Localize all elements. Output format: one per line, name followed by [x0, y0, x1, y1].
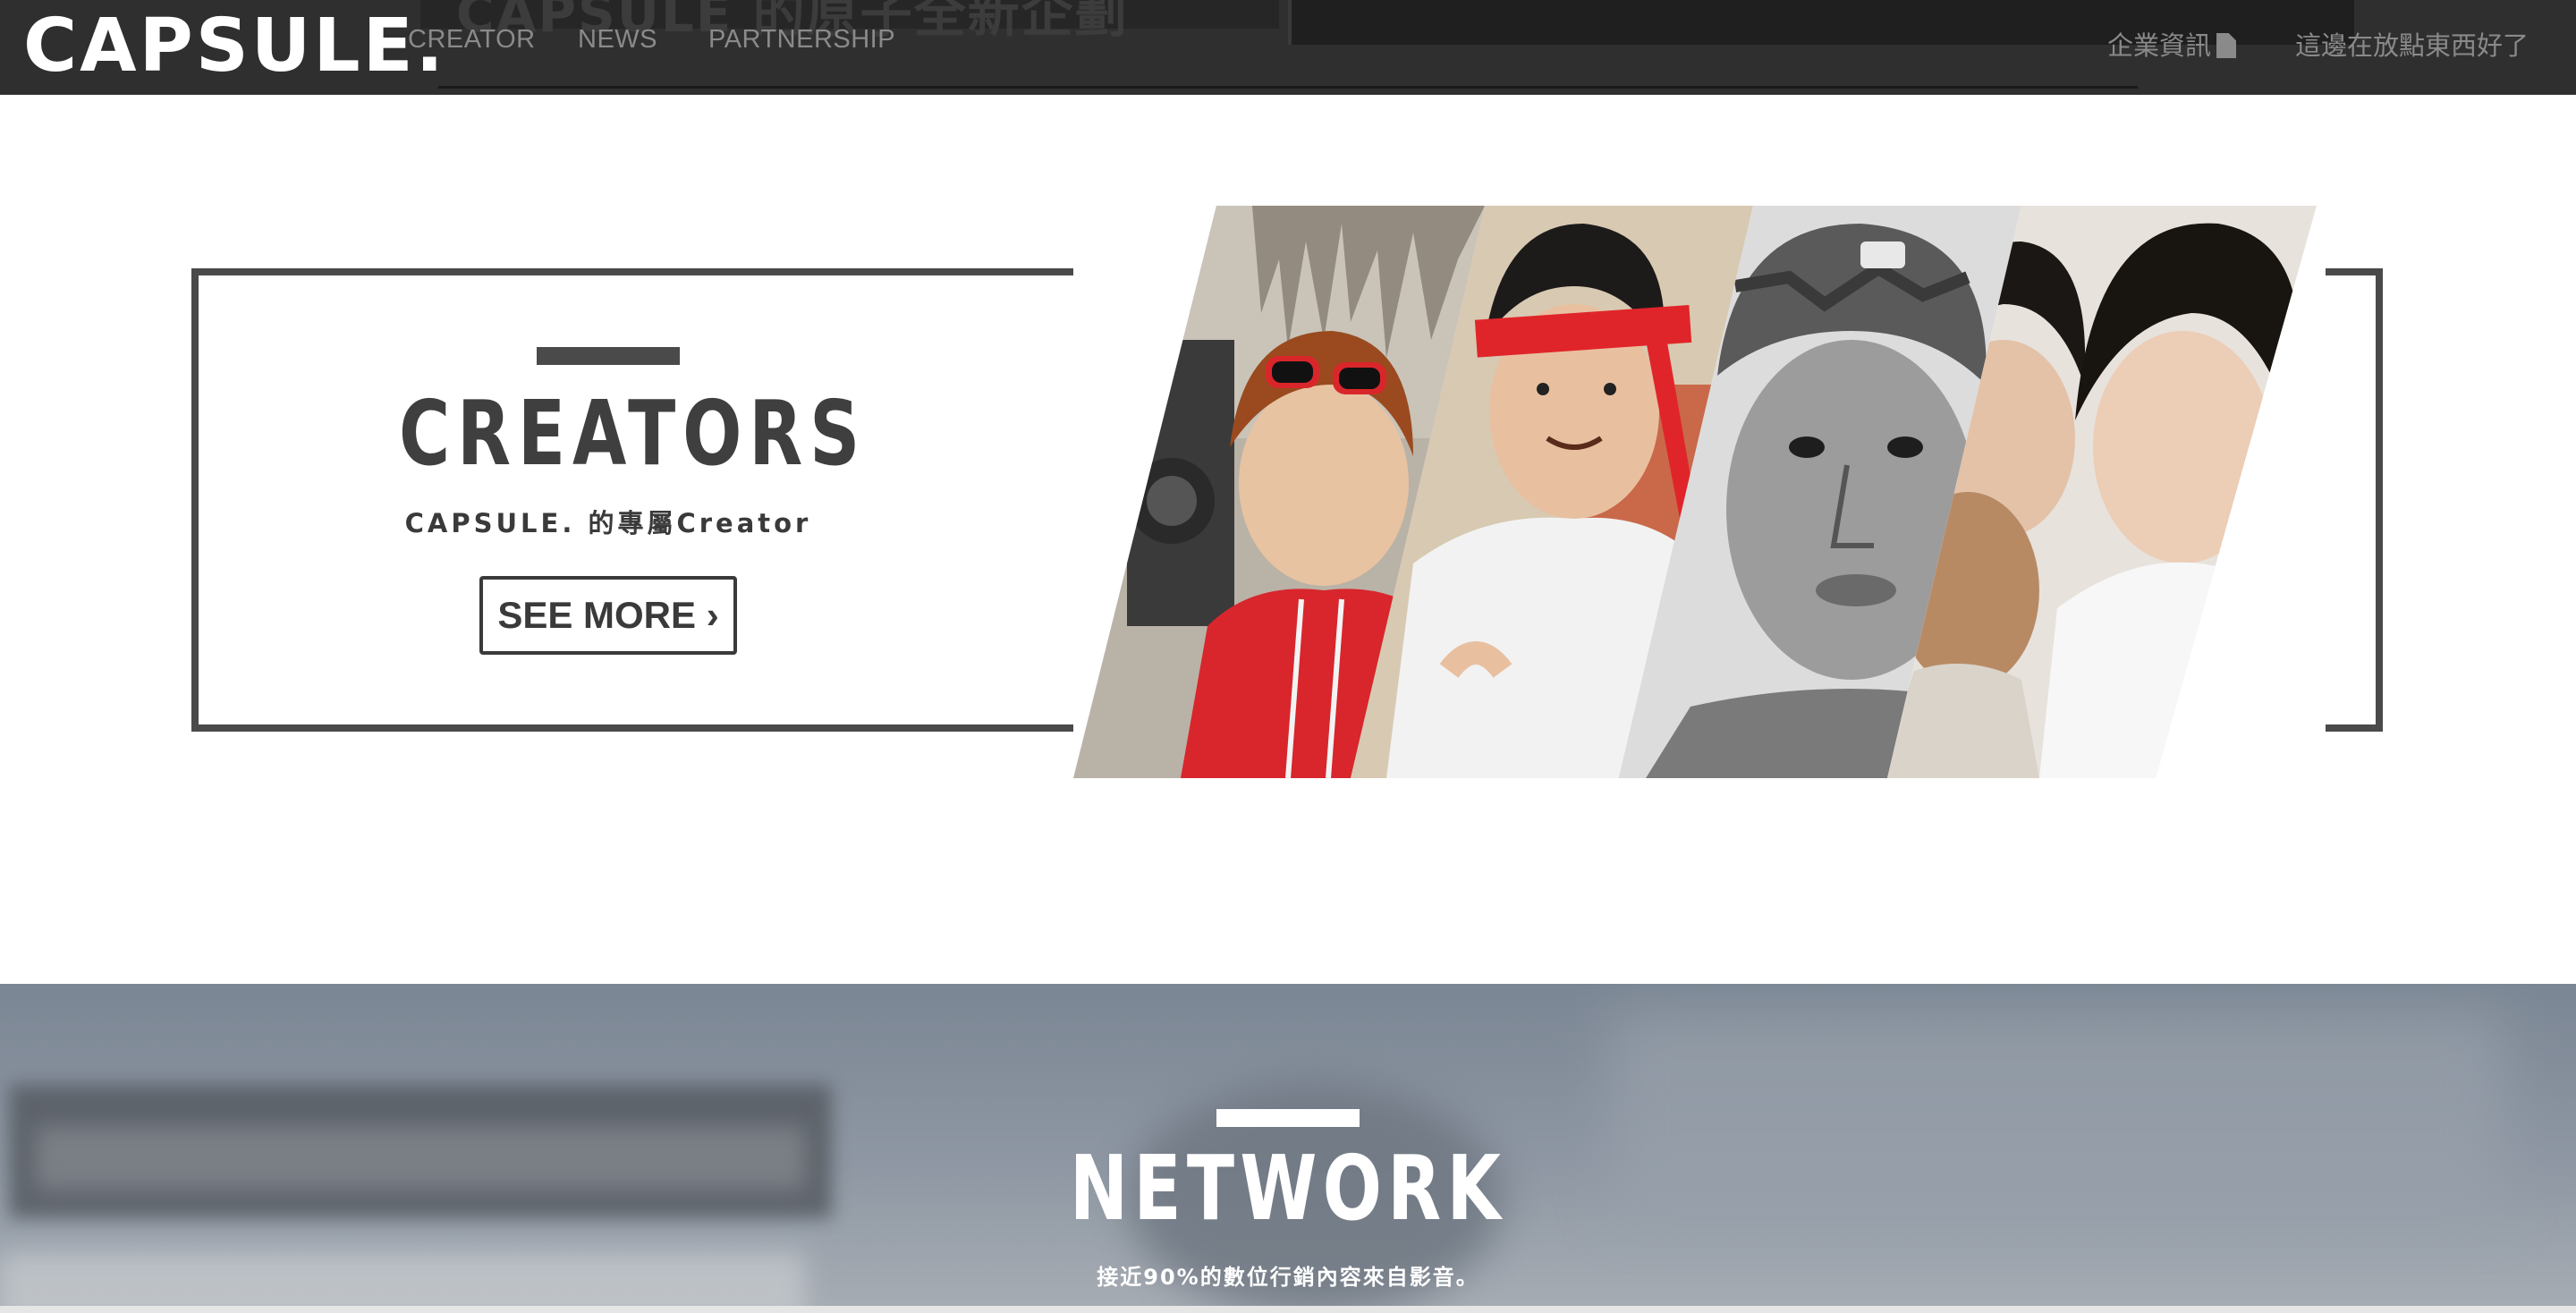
- bottom-divider: [0, 1306, 2576, 1313]
- background-blur: [1610, 1011, 2504, 1216]
- see-more-button[interactable]: SEE MORE ›: [479, 576, 737, 655]
- creator-photo-strip[interactable]: [1073, 206, 2326, 778]
- network-section: NETWORK 接近90%的數位行銷內容來自影音。: [0, 984, 2576, 1313]
- nav-placeholder-link[interactable]: 這邊在放點東西好了: [2295, 25, 2529, 63]
- network-subtitle: 接近90%的數位行銷內容來自影音。: [1097, 1265, 1479, 1290]
- page: CAPSULE 的原子全新企劃 CAPSULE. CREATOR NEWS PA…: [0, 0, 2576, 1313]
- nav-news[interactable]: NEWS: [578, 25, 657, 55]
- banner-divider: [438, 86, 2138, 89]
- background-blur: [0, 1252, 805, 1313]
- nav-company-info-label: 企業資訊: [2107, 30, 2212, 61]
- background-blur: [36, 1127, 805, 1190]
- nav-creator[interactable]: CREATOR: [408, 25, 536, 55]
- creators-title-bar: [537, 347, 680, 365]
- creators-subtitle: CAPSULE. 的專屬Creator: [404, 508, 812, 538]
- capsule-logo[interactable]: CAPSULE.: [23, 4, 446, 89]
- document-icon: [2216, 33, 2237, 58]
- top-navigation-bar: CAPSULE 的原子全新企劃 CAPSULE. CREATOR NEWS PA…: [0, 0, 2576, 95]
- creators-title: CREATORS: [399, 381, 868, 486]
- nav-company-info[interactable]: 企業資訊: [2107, 25, 2237, 63]
- creator-photos: [1073, 206, 2317, 778]
- network-title-bar: [1216, 1109, 1360, 1127]
- nav-partnership[interactable]: PARTNERSHIP: [708, 25, 895, 55]
- network-title: NETWORK: [1069, 1136, 1507, 1241]
